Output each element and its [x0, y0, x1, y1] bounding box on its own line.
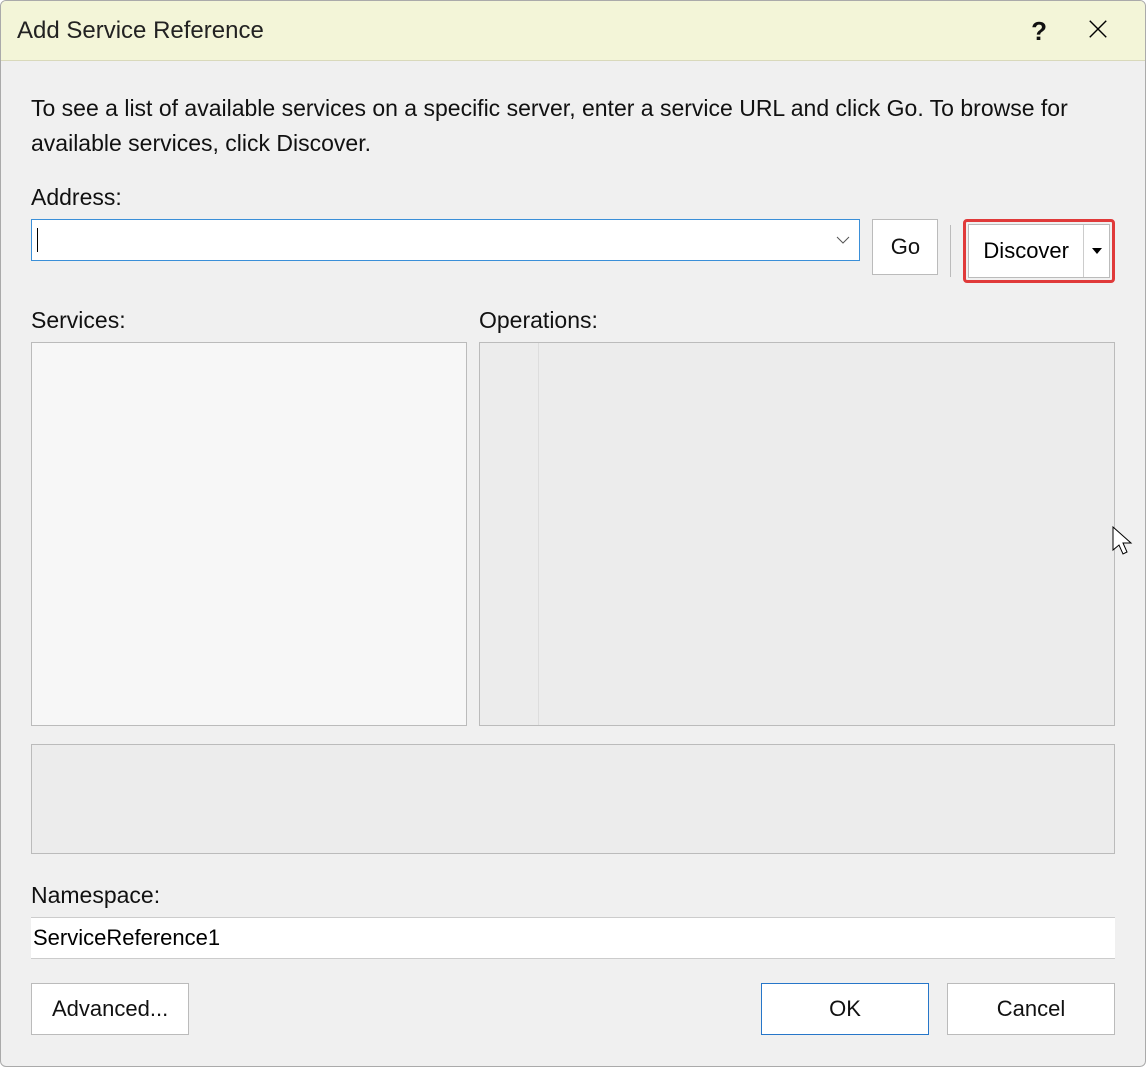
services-label: Services:	[31, 307, 467, 334]
address-input[interactable]	[40, 229, 827, 252]
vertical-divider	[950, 225, 951, 277]
discover-button-label[interactable]: Discover	[969, 225, 1083, 277]
close-button[interactable]	[1087, 18, 1109, 44]
namespace-input[interactable]	[31, 917, 1115, 959]
add-service-reference-dialog: Add Service Reference ? To see a list of…	[0, 0, 1146, 1067]
namespace-label: Namespace:	[31, 882, 1115, 909]
title-bar-controls: ?	[1031, 18, 1129, 44]
address-combobox[interactable]	[31, 219, 860, 261]
cancel-button[interactable]: Cancel	[947, 983, 1115, 1035]
lists-labels-row: Services: Operations:	[31, 307, 1115, 342]
discover-split-button[interactable]: Discover	[968, 224, 1110, 278]
dialog-title: Add Service Reference	[17, 17, 1031, 45]
discover-dropdown[interactable]	[1083, 225, 1109, 277]
address-label: Address:	[31, 184, 1115, 211]
dialog-footer: Advanced... OK Cancel	[31, 983, 1115, 1035]
address-row: Go Discover	[31, 219, 1115, 283]
dialog-body: To see a list of available services on a…	[1, 61, 1145, 1066]
operations-listbox[interactable]	[479, 342, 1115, 726]
close-icon	[1087, 18, 1109, 40]
lists-row	[31, 342, 1115, 726]
help-button[interactable]: ?	[1031, 18, 1047, 44]
ok-button[interactable]: OK	[761, 983, 929, 1035]
go-button[interactable]: Go	[872, 219, 938, 275]
chevron-down-icon[interactable]	[835, 232, 851, 248]
caret-down-icon	[1092, 246, 1102, 256]
intro-text: To see a list of available services on a…	[31, 91, 1115, 160]
advanced-button[interactable]: Advanced...	[31, 983, 189, 1035]
title-bar: Add Service Reference ?	[1, 1, 1145, 61]
operations-label: Operations:	[479, 307, 1115, 334]
discover-highlight: Discover	[963, 219, 1115, 283]
text-caret	[37, 228, 38, 252]
services-listbox[interactable]	[31, 342, 467, 726]
status-panel	[31, 744, 1115, 854]
